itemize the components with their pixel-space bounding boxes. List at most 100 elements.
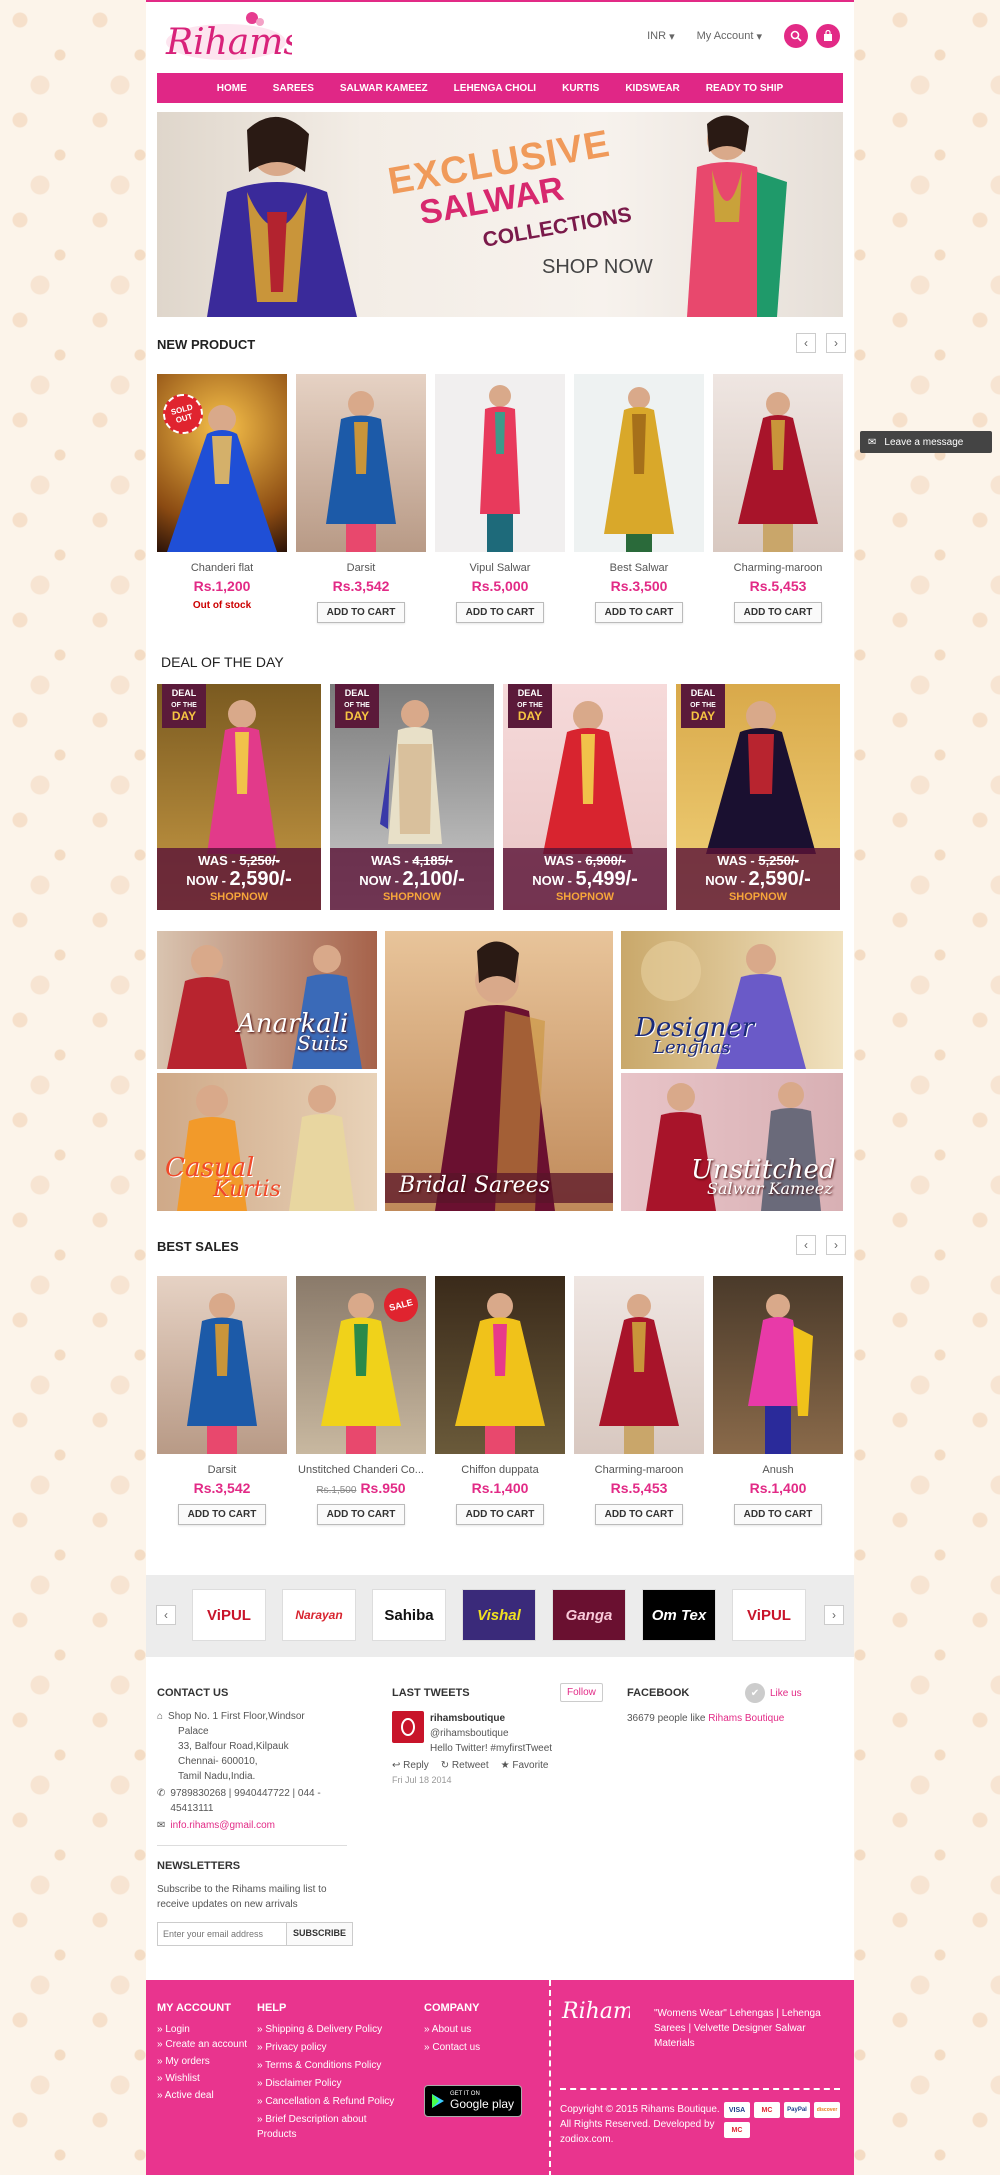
product-card[interactable]: SALE Unstitched Chanderi Co... Rs.1,500 R… xyxy=(296,1276,426,1525)
product-name[interactable]: Darsit xyxy=(157,1464,287,1476)
product-name[interactable]: Vipul Salwar xyxy=(435,562,565,574)
footer-link-terms[interactable]: » Terms & Conditions Policy xyxy=(257,2058,407,2073)
add-to-cart-button[interactable]: ADD TO CART xyxy=(177,1504,267,1525)
nav-item-kidswear[interactable]: KIDSWEAR xyxy=(625,83,679,94)
add-to-cart-button[interactable]: ADD TO CART xyxy=(733,1504,823,1525)
product-name[interactable]: Anush xyxy=(713,1464,843,1476)
footer-link-contact[interactable]: » Contact us xyxy=(424,2040,534,2055)
prev-arrow-icon[interactable]: ‹ xyxy=(796,1235,816,1255)
deal-card[interactable]: DEAL OF THE DAY WAS - 5,250/- NOW - 2,590/… xyxy=(676,684,840,910)
leave-message-button[interactable]: ✉ Leave a message xyxy=(860,431,992,453)
product-card[interactable]: Vipul Salwar Rs.5,000 ADD TO CART xyxy=(435,374,565,623)
brand-logo[interactable]: ViPUL xyxy=(732,1589,806,1641)
footer-link-my-orders[interactable]: » My orders xyxy=(157,2054,257,2069)
tweet-user[interactable]: rihamsboutique xyxy=(430,1711,552,1726)
google-play-badge[interactable]: GET IT ON Google play xyxy=(424,2085,522,2117)
deal-card[interactable]: DEAL OF THE DAY WAS - 5,250/- NOW - 2,590/… xyxy=(157,684,321,910)
footer-link-about[interactable]: » About us xyxy=(424,2022,534,2037)
product-image[interactable] xyxy=(574,374,704,552)
product-name[interactable]: Chanderi flat xyxy=(157,562,287,574)
brand-logo[interactable]: Vishal xyxy=(462,1589,536,1641)
add-to-cart-button[interactable]: ADD TO CART xyxy=(455,1504,545,1525)
hero-banner[interactable]: EXCLUSIVE SALWAR COLLECTIONS SHOP NOW xyxy=(157,112,843,317)
add-to-cart-button[interactable]: ADD TO CART xyxy=(733,602,823,623)
brand-logo[interactable]: Sahiba xyxy=(372,1589,446,1641)
footer-link-privacy[interactable]: » Privacy policy xyxy=(257,2040,407,2055)
nav-item-sarees[interactable]: SAREES xyxy=(273,83,314,94)
product-card[interactable]: SOLD OUT Chanderi flat Rs.1,200 Out of s… xyxy=(157,374,287,611)
product-name[interactable]: Best Salwar xyxy=(574,562,704,574)
cart-button[interactable] xyxy=(816,24,840,48)
account-select[interactable]: My Account ▾ xyxy=(697,30,762,43)
favorite-action[interactable]: ★ Favorite xyxy=(501,1758,549,1773)
nav-item-ready-to-ship[interactable]: READY TO SHIP xyxy=(706,83,783,94)
nav-item-kurtis[interactable]: KURTIS xyxy=(562,83,599,94)
category-anarkali-suits[interactable]: Anarkali Suits xyxy=(157,931,377,1069)
nav-item-lehenga-choli[interactable]: LEHENGA CHOLI xyxy=(454,83,536,94)
deal-card[interactable]: DEAL OF THE DAY WAS - 6,900/- NOW - 5,499/… xyxy=(503,684,667,910)
site-logo[interactable]: Rihams xyxy=(160,8,302,66)
add-to-cart-button[interactable]: ADD TO CART xyxy=(594,602,684,623)
category-bridal-sarees[interactable]: Bridal Sarees xyxy=(385,931,613,1211)
twitter-avatar[interactable] xyxy=(392,1711,424,1743)
banner-cta[interactable]: SHOP NOW xyxy=(542,256,653,279)
product-image[interactable]: SALE xyxy=(296,1276,426,1454)
product-card[interactable]: Chiffon duppata Rs.1,400 ADD TO CART xyxy=(435,1276,565,1525)
product-card[interactable]: Darsit Rs.3,542 ADD TO CART xyxy=(157,1276,287,1525)
footer-link-active-deal[interactable]: » Active deal xyxy=(157,2088,257,2103)
product-image[interactable]: SOLD OUT xyxy=(157,374,287,552)
product-name[interactable]: Chiffon duppata xyxy=(435,1464,565,1476)
next-arrow-icon[interactable]: › xyxy=(826,1235,846,1255)
add-to-cart-button[interactable]: ADD TO CART xyxy=(316,602,406,623)
footer-link-login[interactable]: » Login xyxy=(157,2022,257,2037)
footer-link-disclaimer[interactable]: » Disclaimer Policy xyxy=(257,2076,407,2091)
footer-logo[interactable]: Rihams xyxy=(560,1992,645,2028)
shopnow-link[interactable]: SHOPNOW xyxy=(503,891,667,903)
product-name[interactable]: Darsit xyxy=(296,562,426,574)
prev-arrow-icon[interactable]: ‹ xyxy=(156,1605,176,1625)
shopnow-link[interactable]: SHOPNOW xyxy=(676,891,840,903)
footer-link-shipping[interactable]: » Shipping & Delivery Policy xyxy=(257,2022,407,2037)
footer-link-create-account[interactable]: » Create an account xyxy=(157,2037,257,2052)
next-arrow-icon[interactable]: › xyxy=(826,333,846,353)
add-to-cart-button[interactable]: ADD TO CART xyxy=(594,1504,684,1525)
prev-arrow-icon[interactable]: ‹ xyxy=(796,333,816,353)
retweet-action[interactable]: ↻ Retweet xyxy=(441,1758,489,1773)
product-card[interactable]: Anush Rs.1,400 ADD TO CART xyxy=(713,1276,843,1525)
product-image[interactable] xyxy=(435,1276,565,1454)
product-image[interactable] xyxy=(713,374,843,552)
facebook-page-link[interactable]: Rihams Boutique xyxy=(708,1713,784,1724)
product-image[interactable] xyxy=(713,1276,843,1454)
footer-link-products[interactable]: » Brief Description about Products xyxy=(257,2112,407,2142)
facebook-like-button[interactable]: ✔ Like us xyxy=(745,1683,802,1703)
follow-button[interactable]: Follow xyxy=(560,1683,603,1702)
product-card[interactable]: Best Salwar Rs.3,500 ADD TO CART xyxy=(574,374,704,623)
product-card[interactable]: Charming-maroon Rs.5,453 ADD TO CART xyxy=(713,374,843,623)
footer-link-refund[interactable]: » Cancellation & Refund Policy xyxy=(257,2094,407,2109)
product-image[interactable] xyxy=(574,1276,704,1454)
category-designer-lenghas[interactable]: Designer Lenghas xyxy=(621,931,843,1069)
category-casual-kurtis[interactable]: Casual Kurtis xyxy=(157,1073,377,1211)
footer-link-wishlist[interactable]: » Wishlist xyxy=(157,2071,257,2086)
brand-logo[interactable]: Om Tex xyxy=(642,1589,716,1641)
shopnow-link[interactable]: SHOPNOW xyxy=(330,891,494,903)
subscribe-button[interactable]: SUBSCRIBE xyxy=(285,1923,352,1945)
product-card[interactable]: Charming-maroon Rs.5,453 ADD TO CART xyxy=(574,1276,704,1525)
deal-card[interactable]: DEAL OF THE DAY WAS - 4,185/- NOW - 2,100/… xyxy=(330,684,494,910)
brand-logo[interactable]: Narayan xyxy=(282,1589,356,1641)
product-name[interactable]: Charming-maroon xyxy=(574,1464,704,1476)
add-to-cart-button[interactable]: ADD TO CART xyxy=(455,602,545,623)
currency-select[interactable]: INR ▾ xyxy=(647,30,674,43)
brand-logo[interactable]: ViPUL xyxy=(192,1589,266,1641)
product-name[interactable]: Unstitched Chanderi Co... xyxy=(296,1464,426,1476)
email-link[interactable]: info.rihams@gmail.com xyxy=(170,1818,275,1833)
category-unstitched-salwar-kameez[interactable]: Unstitched Salwar Kameez xyxy=(621,1073,843,1211)
brand-logo[interactable]: Ganga xyxy=(552,1589,626,1641)
next-arrow-icon[interactable]: › xyxy=(824,1605,844,1625)
shopnow-link[interactable]: SHOPNOW xyxy=(157,891,321,903)
reply-action[interactable]: ↩ Reply xyxy=(392,1758,429,1773)
product-image[interactable] xyxy=(296,374,426,552)
nav-item-home[interactable]: HOME xyxy=(217,83,247,94)
newsletter-email-input[interactable] xyxy=(158,1923,286,1945)
product-card[interactable]: Darsit Rs.3,542 ADD TO CART xyxy=(296,374,426,623)
